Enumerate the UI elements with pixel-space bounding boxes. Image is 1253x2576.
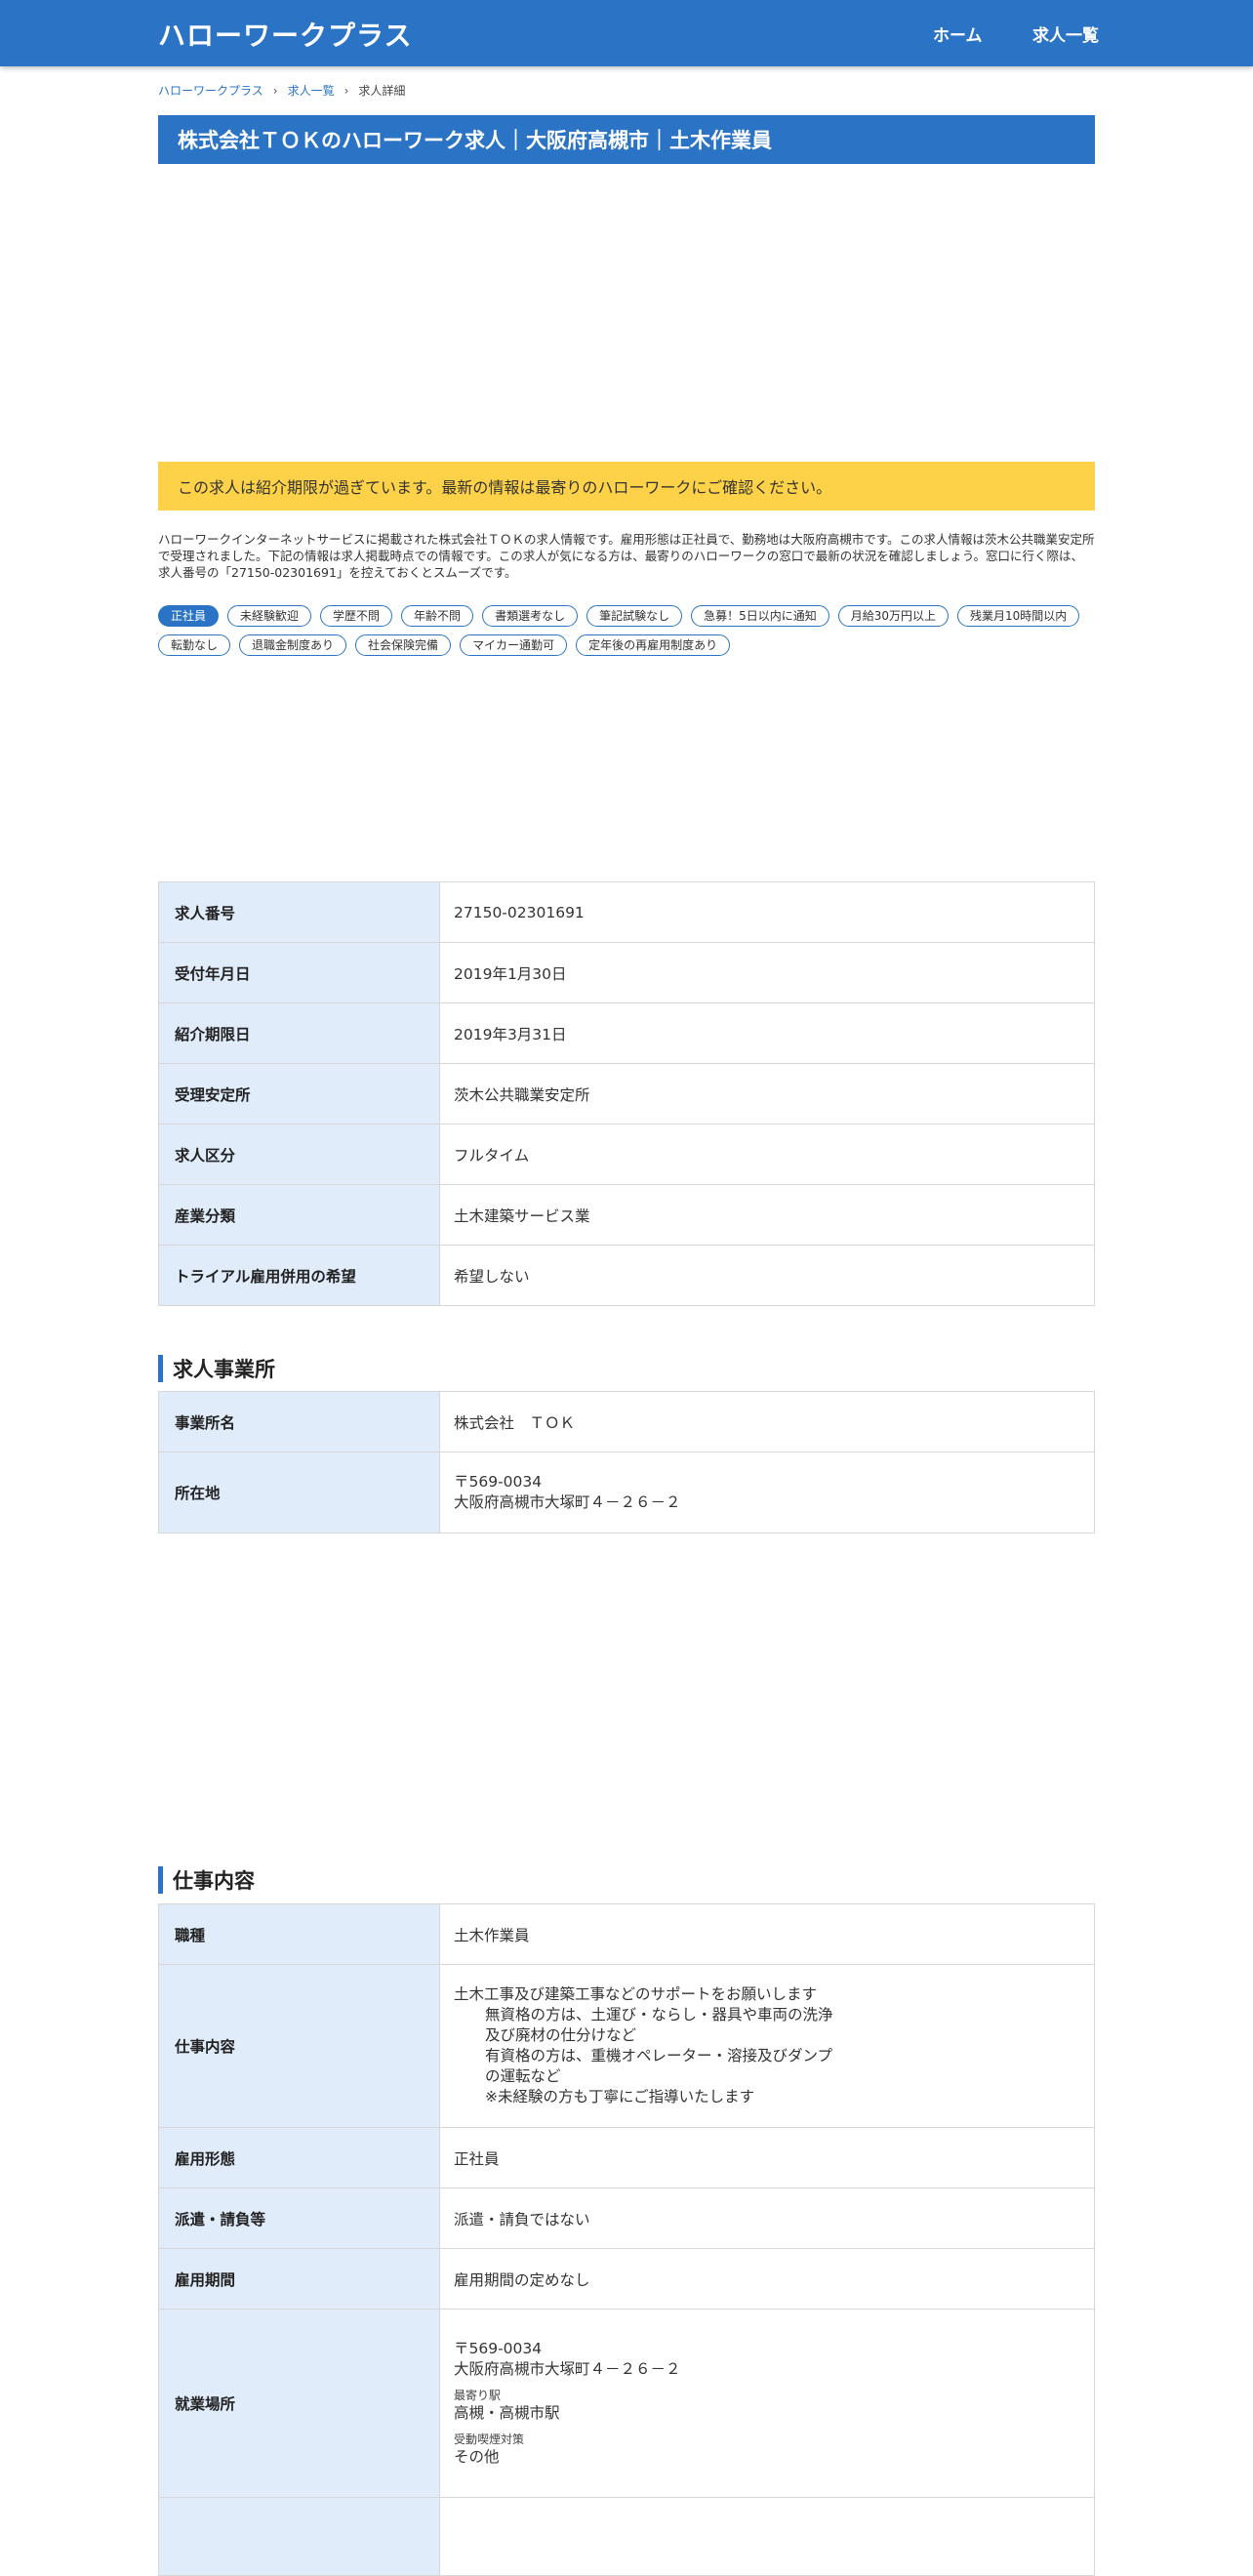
table-row: 求人番号 27150-02301691 bbox=[158, 881, 1095, 943]
tag-any-age[interactable]: 年齢不問 bbox=[401, 605, 474, 627]
chevron-right-icon: › bbox=[272, 83, 278, 98]
chevron-right-icon: › bbox=[344, 83, 349, 98]
table-row: 仕事内容 土木工事及び建築工事などのサポートをお願いします 無資格の方は、土運び… bbox=[158, 1964, 1095, 2128]
ad-space-middle bbox=[158, 664, 1095, 864]
row-label: 産業分類 bbox=[158, 1184, 440, 1246]
tag-salary-300k[interactable]: 月給30万円以上 bbox=[837, 605, 950, 627]
table-row: 就業場所 〒569-0034 大阪府高槻市大塚町４－２６－２ 最寄り駅 高槻・高… bbox=[158, 2309, 1095, 2498]
tag-full-time[interactable]: 正社員 bbox=[158, 605, 220, 627]
ad-space-top bbox=[158, 181, 1095, 444]
row-label bbox=[158, 2497, 440, 2576]
office-address: 大阪府高槻市大塚町４－２６－２ bbox=[454, 1493, 681, 1511]
office-postal: 〒569-0034 bbox=[454, 1473, 543, 1491]
table-row: 職種 土木作業員 bbox=[158, 1903, 1095, 1965]
row-value: 土木建築サービス業 bbox=[439, 1184, 1095, 1246]
row-label: 雇用期間 bbox=[158, 2248, 440, 2310]
office-info-table: 事業所名 株式会社 ＴＯＫ 所在地 〒569-0034 大阪府高槻市大塚町４－２… bbox=[158, 1391, 1095, 1533]
job-info-table: 求人番号 27150-02301691 受付年月日 2019年1月30日 紹介期… bbox=[158, 881, 1095, 1306]
expired-notice: この求人は紹介期限が過ぎています。最新の情報は最寄りのハローワークにご確認くださ… bbox=[158, 462, 1095, 511]
smoking-policy-label: 受動喫煙対策 bbox=[454, 2433, 525, 2446]
tag-overtime-under-10h[interactable]: 残業月10時間以内 bbox=[957, 605, 1080, 627]
tag-car-commute[interactable]: マイカー通勤可 bbox=[460, 634, 568, 656]
work-place-cell: 〒569-0034 大阪府高槻市大塚町４－２６－２ 最寄り駅 高槻・高槻市駅 受… bbox=[439, 2309, 1095, 2498]
office-section-heading: 求人事業所 bbox=[158, 1355, 1095, 1382]
description-line: 有資格の方は、重機オペレーター・溶接及びダンプ bbox=[485, 2047, 833, 2065]
table-row: トライアル雇用併用の希望 希望しない bbox=[158, 1245, 1095, 1306]
row-value: 2019年1月30日 bbox=[439, 942, 1095, 1003]
job-description-cell: 土木工事及び建築工事などのサポートをお願いします 無資格の方は、土運び・ならし・… bbox=[439, 1964, 1095, 2128]
tag-no-experience[interactable]: 未経験歓迎 bbox=[227, 605, 312, 627]
row-label: 求人区分 bbox=[158, 1124, 440, 1185]
breadcrumb-home-link[interactable]: ハローワークプラス bbox=[158, 82, 263, 99]
page-title: 株式会社ＴＯＫのハローワーク求人｜大阪府高槻市｜土木作業員 bbox=[178, 129, 772, 152]
row-value: 希望しない bbox=[439, 1245, 1095, 1306]
tag-no-transfer[interactable]: 転勤なし bbox=[158, 634, 231, 656]
description-line: の運転など bbox=[485, 2067, 561, 2085]
table-row: 紹介期限日 2019年3月31日 bbox=[158, 1002, 1095, 1064]
smoking-policy-value: その他 bbox=[454, 2448, 500, 2466]
work-place-address: 大阪府高槻市大塚町４－２６－２ bbox=[454, 2360, 681, 2378]
job-intro-text: ハローワークインターネットサービスに掲載された株式会社ＴＯＫの求人情報です。雇用… bbox=[158, 532, 1095, 580]
table-row: 受付年月日 2019年1月30日 bbox=[158, 942, 1095, 1003]
row-value bbox=[439, 2497, 1095, 2576]
row-value: フルタイム bbox=[439, 1124, 1095, 1185]
row-label: 求人番号 bbox=[158, 881, 440, 943]
table-row: 受理安定所 茨木公共職業安定所 bbox=[158, 1063, 1095, 1124]
nearest-station-value: 高槻・高槻市駅 bbox=[454, 2404, 560, 2422]
row-label: トライアル雇用併用の希望 bbox=[158, 1245, 440, 1306]
table-row: 雇用期間 雇用期間の定めなし bbox=[158, 2248, 1095, 2310]
tag-social-insurance[interactable]: 社会保険完備 bbox=[355, 634, 452, 656]
row-label: 紹介期限日 bbox=[158, 1002, 440, 1064]
breadcrumb-current: 求人詳細 bbox=[358, 84, 406, 98]
nav-job-list-link[interactable]: 求人一覧 bbox=[1032, 21, 1099, 46]
row-value: 27150-02301691 bbox=[439, 881, 1095, 943]
tag-any-education[interactable]: 学歴不問 bbox=[320, 605, 393, 627]
ad-space-lower bbox=[158, 1552, 1095, 1845]
row-label: 事業所名 bbox=[158, 1391, 440, 1452]
table-row: 事業所名 株式会社 ＴＯＫ bbox=[158, 1391, 1095, 1452]
row-label: 職種 bbox=[158, 1903, 440, 1965]
row-label: 受理安定所 bbox=[158, 1063, 440, 1124]
row-label: 所在地 bbox=[158, 1452, 440, 1533]
tag-re-employment[interactable]: 定年後の再雇用制度あり bbox=[576, 634, 731, 656]
employment-type-value: 正社員 bbox=[439, 2127, 1095, 2188]
feature-tags: 正社員 未経験歓迎 学歴不問 年齢不問 書類選考なし 筆記試験なし 急募！5日以… bbox=[158, 605, 1114, 656]
breadcrumb: ハローワークプラス › 求人一覧 › 求人詳細 bbox=[158, 82, 405, 99]
site-logo-link[interactable]: ハローワークプラス bbox=[158, 15, 412, 54]
breadcrumb-job-list-link[interactable]: 求人一覧 bbox=[288, 82, 335, 99]
occupation-value: 土木作業員 bbox=[439, 1903, 1095, 1965]
tag-retirement-allowance[interactable]: 退職金制度あり bbox=[239, 634, 347, 656]
row-label: 仕事内容 bbox=[158, 1964, 440, 2128]
employment-period-value: 雇用期間の定めなし bbox=[439, 2248, 1095, 2310]
row-label: 就業場所 bbox=[158, 2309, 440, 2498]
description-line: 及び廃材の仕分けなど bbox=[485, 2026, 637, 2044]
office-name-value: 株式会社 ＴＯＫ bbox=[439, 1391, 1095, 1452]
table-row: 雇用形態 正社員 bbox=[158, 2127, 1095, 2188]
description-line: 無資格の方は、土運び・ならし・器具や車両の洗浄 bbox=[485, 2006, 833, 2024]
work-section-heading: 仕事内容 bbox=[158, 1866, 1095, 1894]
table-row: 所在地 〒569-0034 大阪府高槻市大塚町４－２６－２ bbox=[158, 1452, 1095, 1533]
nearest-station-label: 最寄り駅 bbox=[454, 2389, 502, 2402]
work-place-postal: 〒569-0034 bbox=[454, 2340, 543, 2357]
description-line: ※未経験の方も丁寧にご指導いたします bbox=[485, 2088, 755, 2106]
work-info-table: 職種 土木作業員 仕事内容 土木工事及び建築工事などのサポートをお願いします 無… bbox=[158, 1903, 1095, 2576]
row-label: 受付年月日 bbox=[158, 942, 440, 1003]
site-header: ハローワークプラス ホーム 求人一覧 bbox=[0, 0, 1253, 66]
row-value: 2019年3月31日 bbox=[439, 1002, 1095, 1064]
dispatch-value: 派遣・請負ではない bbox=[439, 2188, 1095, 2249]
row-label: 雇用形態 bbox=[158, 2127, 440, 2188]
table-row bbox=[158, 2497, 1095, 2576]
office-address-cell: 〒569-0034 大阪府高槻市大塚町４－２６－２ bbox=[439, 1452, 1095, 1533]
table-row: 産業分類 土木建築サービス業 bbox=[158, 1184, 1095, 1246]
table-row: 派遣・請負等 派遣・請負ではない bbox=[158, 2188, 1095, 2249]
page-title-bar: 株式会社ＴＯＫのハローワーク求人｜大阪府高槻市｜土木作業員 bbox=[158, 115, 1095, 164]
tag-no-document-screening[interactable]: 書類選考なし bbox=[482, 605, 579, 627]
row-label: 派遣・請負等 bbox=[158, 2188, 440, 2249]
row-value: 茨木公共職業安定所 bbox=[439, 1063, 1095, 1124]
tag-urgent[interactable]: 急募！5日以内に通知 bbox=[691, 605, 829, 627]
nav-home-link[interactable]: ホーム bbox=[933, 21, 983, 46]
description-line: 土木工事及び建築工事などのサポートをお願いします bbox=[454, 1985, 818, 2003]
table-row: 求人区分 フルタイム bbox=[158, 1124, 1095, 1185]
tag-no-written-test[interactable]: 筆記試験なし bbox=[586, 605, 683, 627]
